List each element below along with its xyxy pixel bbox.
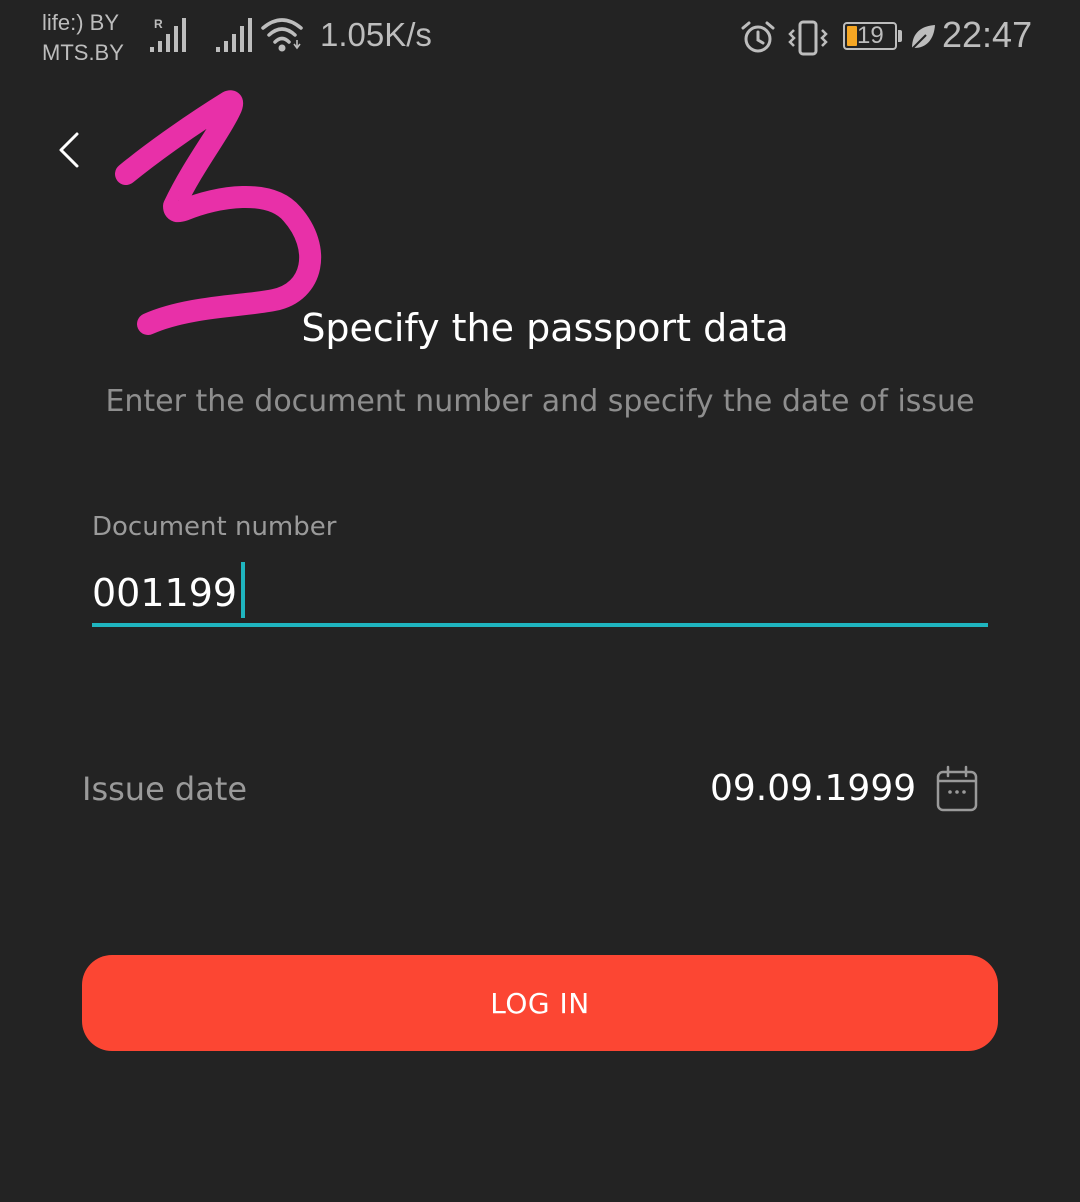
back-button[interactable]: [48, 124, 96, 176]
carrier-names: life:) BY MTS.BY: [42, 8, 124, 68]
chevron-left-icon: [59, 132, 79, 168]
signal-icon: [216, 18, 252, 52]
calendar-icon[interactable]: [934, 764, 980, 814]
page-title: Specify the passport data: [301, 306, 789, 350]
network-speed: 1.05K/s: [320, 16, 432, 53]
issue-date-value[interactable]: 09.09.1999: [710, 768, 916, 809]
roaming-label: R: [154, 17, 163, 31]
document-number-input[interactable]: [92, 564, 988, 622]
battery-tip: [898, 30, 902, 42]
carrier-2: MTS.BY: [42, 40, 124, 65]
issue-date-label: Issue date: [82, 770, 248, 808]
wifi-icon: [261, 18, 303, 52]
battery-level: 19: [857, 22, 884, 49]
leaf-icon: [911, 25, 935, 50]
input-underline: [92, 623, 988, 627]
status-bar: life:) BY MTS.BY R 1.05K/s 19 22:47: [0, 0, 1080, 80]
status-clock: 22:47: [942, 14, 1033, 55]
alarm-icon: [741, 21, 775, 53]
page-subtitle: Enter the document number and specify th…: [105, 384, 975, 419]
text-cursor: [241, 562, 245, 618]
vibrate-icon: [788, 20, 828, 56]
battery-fill: [847, 26, 857, 46]
document-number-label: Document number: [92, 512, 337, 542]
login-button[interactable]: LOG IN: [82, 955, 998, 1051]
carrier-1: life:) BY: [42, 10, 120, 35]
signal-roaming-icon: R: [150, 17, 186, 52]
battery-icon: 19: [843, 22, 897, 50]
